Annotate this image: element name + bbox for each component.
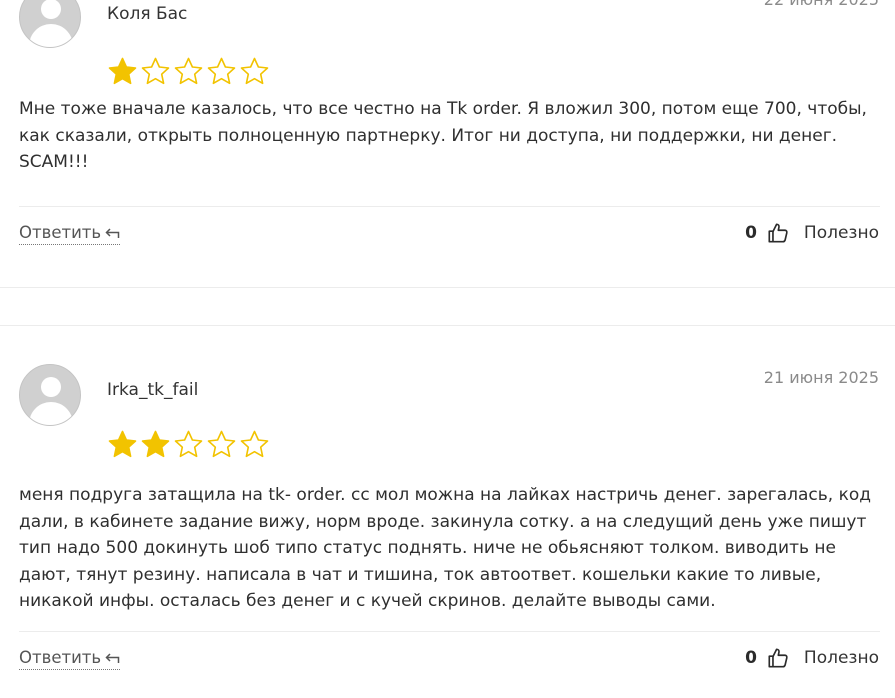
like-section: 0 Полезно — [745, 222, 879, 244]
star-empty-icon — [174, 57, 203, 85]
reply-arrow-icon — [105, 652, 120, 663]
star-empty-icon — [174, 430, 203, 458]
review-author: Irka_tk_fail — [107, 380, 199, 400]
star-empty-icon — [141, 57, 170, 85]
star-empty-icon — [240, 430, 269, 458]
review-footer-divider — [19, 206, 880, 207]
reply-button[interactable]: Ответить — [19, 648, 121, 670]
review-divider — [0, 325, 895, 326]
review-date: 21 июня 2025 — [763, 368, 879, 387]
review-divider — [0, 287, 895, 288]
star-filled-icon — [108, 57, 137, 85]
reply-arrow-icon — [105, 227, 120, 238]
like-count: 0 — [745, 223, 757, 243]
helpful-label: Полезно — [803, 648, 879, 668]
reviews-page: Коля Бас 22 июня 2025 Мне тоже вначале к… — [0, 0, 895, 698]
like-section: 0 Полезно — [745, 647, 879, 669]
avatar-head-shape — [41, 377, 61, 397]
avatar — [19, 0, 81, 48]
review-footer-divider — [19, 631, 880, 632]
rating-stars — [106, 56, 271, 86]
avatar-body-shape — [29, 402, 73, 425]
avatar-body-shape — [29, 24, 73, 47]
review-text: Мне тоже вначале казалось, что все честн… — [19, 99, 867, 172]
star-filled-icon — [108, 430, 137, 458]
reply-button[interactable]: Ответить — [19, 223, 121, 245]
like-count: 0 — [745, 648, 757, 668]
rating-stars — [106, 429, 271, 459]
avatar — [19, 364, 81, 426]
star-filled-icon — [141, 430, 170, 458]
avatar-head-shape — [41, 0, 61, 19]
reply-label: Ответить — [19, 223, 102, 242]
review-date: 22 июня 2025 — [764, 0, 879, 9]
star-empty-icon — [207, 430, 236, 458]
star-empty-icon — [207, 57, 236, 85]
review-text: меня подруга затащила на tk- order. сс м… — [19, 485, 872, 611]
thumbs-up-icon[interactable] — [767, 647, 789, 669]
reply-label: Ответить — [19, 648, 102, 667]
review-author: Коля Бас — [107, 4, 188, 24]
thumbs-up-icon[interactable] — [767, 222, 789, 244]
helpful-label: Полезно — [803, 223, 879, 243]
star-empty-icon — [240, 57, 269, 85]
